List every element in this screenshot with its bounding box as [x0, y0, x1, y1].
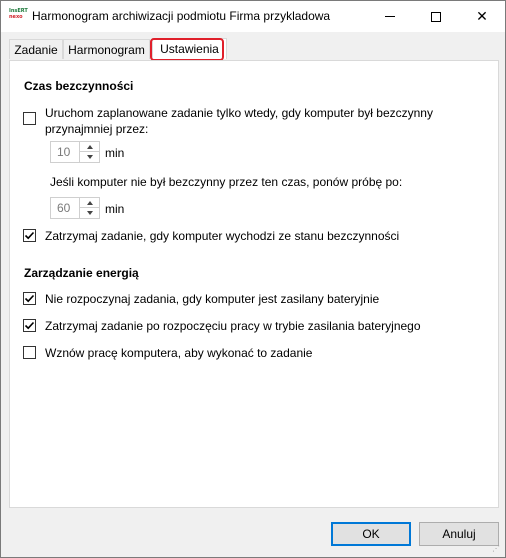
- stop-on-battery-checkbox[interactable]: [23, 319, 36, 332]
- dont-start-on-battery-label: Nie rozpoczynaj zadania, gdy komputer je…: [45, 292, 380, 306]
- tab-label: Zadanie: [14, 42, 58, 57]
- app-logo-text-bottom: nexo: [9, 13, 23, 20]
- maximize-icon: [431, 11, 441, 22]
- retry-minutes-arrows: [79, 198, 99, 218]
- idle-minutes-arrows: [79, 142, 99, 162]
- dont-start-on-battery-checkbox[interactable]: [23, 292, 36, 305]
- close-button[interactable]: ✕: [459, 1, 505, 32]
- chevron-up-icon: [86, 200, 93, 205]
- cancel-button[interactable]: Anuluj: [419, 522, 499, 546]
- resize-grip-icon[interactable]: ⋰: [492, 544, 502, 554]
- power-section-heading: Zarządzanie energią: [24, 266, 139, 280]
- idle-minutes-stepper[interactable]: 10: [50, 141, 100, 163]
- window-title: Harmonogram archiwizacji podmiotu Firma …: [32, 9, 331, 23]
- wake-to-run-checkbox[interactable]: [23, 346, 36, 359]
- tab-zadanie[interactable]: Zadanie: [9, 39, 63, 59]
- settings-panel: Czas bezczynności Uruchom zaplanowane za…: [9, 60, 499, 508]
- start-only-if-idle-checkbox[interactable]: [23, 112, 36, 125]
- start-only-if-idle-label-line2: przynajmniej przez:: [45, 122, 149, 136]
- active-tab-highlight: [150, 38, 224, 61]
- dialog-window: InsERT nexo Harmonogram archiwizacji pod…: [0, 0, 506, 558]
- checkmark-icon: [24, 321, 35, 330]
- chevron-up-icon: [86, 144, 93, 149]
- retry-minutes-unit: min: [105, 202, 125, 216]
- retry-label: Jeśli komputer nie był bezczynny przez t…: [50, 175, 403, 189]
- retry-minutes-down-button[interactable]: [80, 208, 99, 218]
- idle-section-heading: Czas bezczynności: [24, 79, 134, 93]
- title-bar[interactable]: InsERT nexo Harmonogram archiwizacji pod…: [1, 1, 505, 32]
- stop-when-not-idle-checkbox[interactable]: [23, 229, 36, 242]
- idle-minutes-down-button[interactable]: [80, 152, 99, 162]
- retry-minutes-value: 60: [57, 201, 71, 215]
- retry-minutes-stepper[interactable]: 60: [50, 197, 100, 219]
- ok-button[interactable]: OK: [331, 522, 411, 546]
- chevron-down-icon: [86, 211, 93, 215]
- retry-minutes-up-button[interactable]: [80, 198, 99, 208]
- stop-when-not-idle-label: Zatrzymaj zadanie, gdy komputer wychodzi…: [45, 229, 400, 243]
- minimize-icon: [385, 16, 395, 17]
- tab-harmonogram[interactable]: Harmonogram: [63, 39, 150, 59]
- app-logo-icon: InsERT nexo: [9, 8, 28, 25]
- idle-minutes-value: 10: [57, 145, 71, 159]
- chevron-down-icon: [86, 155, 93, 159]
- checkmark-icon: [24, 231, 35, 240]
- idle-minutes-unit: min: [105, 146, 125, 160]
- wake-to-run-label: Wznów pracę komputera, aby wykonać to za…: [45, 346, 313, 360]
- close-icon: ✕: [476, 8, 488, 24]
- stop-on-battery-label: Zatrzymaj zadanie po rozpoczęciu pracy w…: [45, 319, 421, 333]
- tab-label: Harmonogram: [68, 42, 145, 57]
- idle-minutes-up-button[interactable]: [80, 142, 99, 152]
- start-only-if-idle-label-line1: Uruchom zaplanowane zadanie tylko wtedy,…: [45, 106, 433, 120]
- minimize-button[interactable]: [367, 1, 413, 32]
- maximize-button[interactable]: [413, 1, 459, 32]
- checkmark-icon: [24, 294, 35, 303]
